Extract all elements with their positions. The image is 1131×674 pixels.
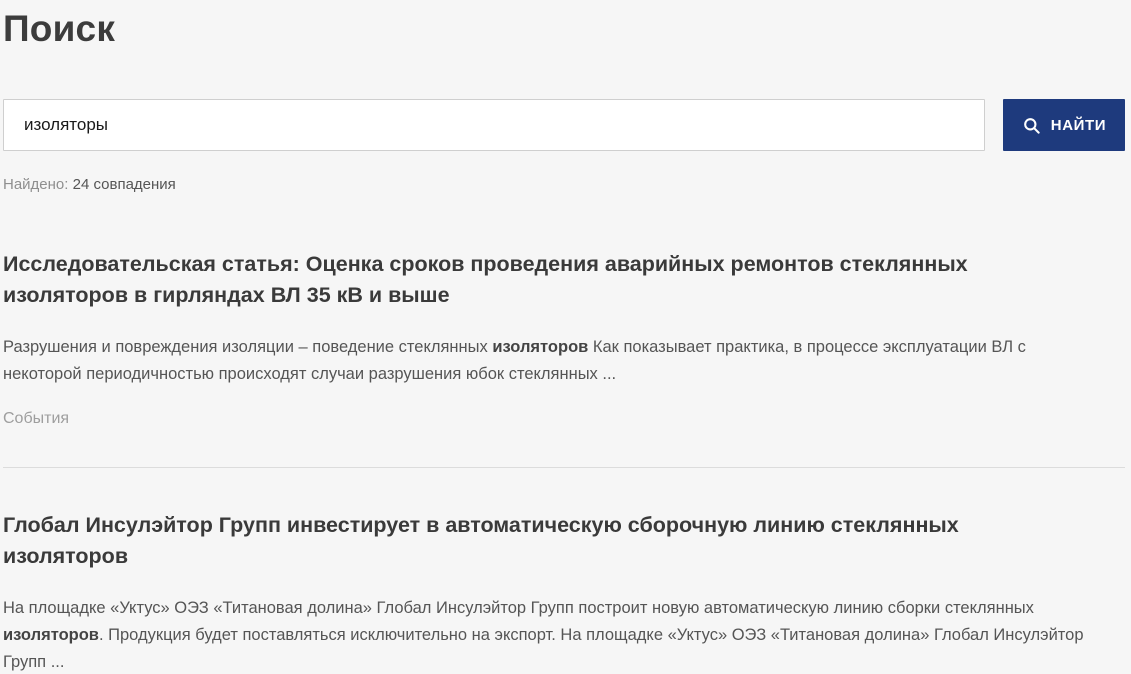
search-bar: НАЙТИ bbox=[3, 99, 1125, 151]
result-category: События bbox=[3, 410, 1125, 428]
results-summary: Найдено: 24 совпадения bbox=[3, 176, 1125, 193]
snippet-highlight: изоляторов bbox=[3, 626, 99, 644]
result-snippet: На площадке «Уктус» ОЭЗ «Титановая долин… bbox=[3, 595, 1103, 674]
search-button-label: НАЙТИ bbox=[1051, 117, 1106, 134]
search-icon bbox=[1022, 116, 1041, 135]
search-input[interactable] bbox=[3, 99, 985, 151]
page-title: Поиск bbox=[3, 8, 1125, 50]
results-summary-value: 24 совпадения bbox=[73, 176, 176, 193]
snippet-highlight: изоляторов bbox=[492, 338, 588, 356]
search-result: Глобал Инсулэйтор Групп инвестирует в ав… bbox=[3, 510, 1125, 674]
search-result: Исследовательская статья: Оценка сроков … bbox=[3, 249, 1125, 428]
snippet-text: На площадке «Уктус» ОЭЗ «Титановая долин… bbox=[3, 599, 1034, 617]
result-title-link[interactable]: Исследовательская статья: Оценка сроков … bbox=[3, 249, 1063, 311]
result-divider bbox=[3, 467, 1125, 468]
results-summary-label: Найдено: bbox=[3, 176, 68, 193]
result-snippet: Разрушения и повреждения изоляции – пове… bbox=[3, 334, 1103, 387]
snippet-text: Разрушения и повреждения изоляции – пове… bbox=[3, 338, 492, 356]
result-title-link[interactable]: Глобал Инсулэйтор Групп инвестирует в ав… bbox=[3, 510, 1063, 572]
search-submit-button[interactable]: НАЙТИ bbox=[1003, 99, 1125, 151]
snippet-text: . Продукция будет поставляться исключите… bbox=[3, 626, 1084, 671]
search-page: Поиск НАЙТИ Найдено: 24 совпадения Иссле… bbox=[0, 0, 1131, 674]
